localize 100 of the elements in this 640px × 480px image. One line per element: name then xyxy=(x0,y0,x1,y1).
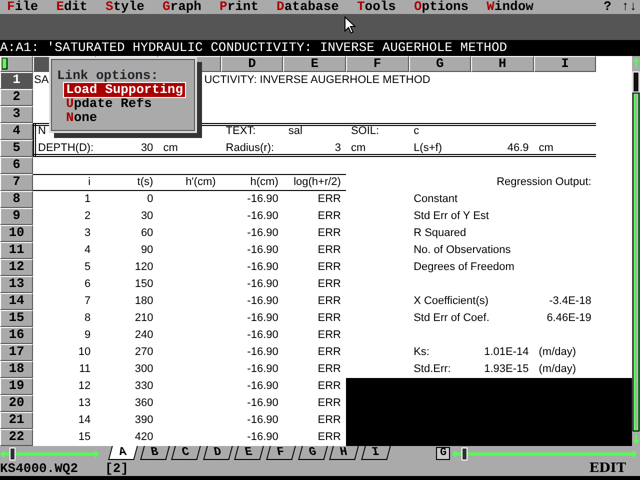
menu-item[interactable]: Load Supporting xyxy=(64,83,186,97)
menu-item[interactable]: Database xyxy=(276,0,339,14)
row-header[interactable]: 12 xyxy=(0,259,33,276)
row-header[interactable]: 15 xyxy=(0,310,33,327)
column-header[interactable]: F xyxy=(346,56,409,72)
sheet-tab[interactable]: D xyxy=(202,446,233,460)
sheet-tab[interactable]: F xyxy=(266,446,296,460)
sheet-cell: 13 xyxy=(78,397,91,410)
sheet-cell: 9 xyxy=(84,329,91,342)
row-header[interactable]: 13 xyxy=(0,276,33,293)
sheet-tab[interactable]: E xyxy=(234,446,264,460)
sheet-cell: 46.9 xyxy=(507,142,529,155)
sheet-cell: 120 xyxy=(134,261,154,274)
sheet-cell: TEXT: xyxy=(226,125,256,138)
window-arrows-button[interactable]: ↑↓ xyxy=(621,0,637,14)
row-header[interactable]: 8 xyxy=(0,191,33,208)
menu-item[interactable]: Style xyxy=(105,0,144,14)
sheet-cell: (m/day) xyxy=(538,346,576,359)
sheet-cell: log(h+r/2) xyxy=(294,176,341,189)
sheet-cell: -16.90 xyxy=(247,414,278,427)
row-header[interactable]: 18 xyxy=(0,361,33,378)
sheet-cell: 60 xyxy=(140,227,154,240)
column-header[interactable]: G xyxy=(408,56,472,72)
sheet-cell: ERR xyxy=(318,278,341,291)
sheet-cell: ERR xyxy=(318,346,341,359)
sheet-cell: -16.90 xyxy=(247,346,278,359)
sheet-cell: Constant xyxy=(414,193,458,206)
column-header[interactable]: D xyxy=(220,56,284,72)
sheet-tab[interactable]: C xyxy=(171,446,202,460)
menu-item[interactable]: File xyxy=(7,0,38,14)
menu-item[interactable]: Edit xyxy=(56,0,88,14)
popup-title: Link options: xyxy=(57,69,158,83)
mode-indicator: EDIT xyxy=(589,462,627,476)
horizontal-scrollbar[interactable] xyxy=(0,446,100,462)
menu-item[interactable]: Options xyxy=(414,0,469,14)
menu-item[interactable]: Update Refs xyxy=(64,97,154,111)
column-header[interactable]: H xyxy=(471,56,534,72)
row-header[interactable]: 22 xyxy=(0,429,33,446)
sheet-cell: 30 xyxy=(140,210,154,223)
row-header[interactable]: 10 xyxy=(0,225,33,242)
column-header[interactable]: I xyxy=(534,56,596,72)
sheet-cell: -16.90 xyxy=(247,431,278,444)
sheet-cell: ERR xyxy=(318,295,341,308)
sheet-cell: ERR xyxy=(318,227,341,240)
sheet-tab[interactable]: G xyxy=(298,446,328,460)
sheet-cell: N xyxy=(38,125,46,138)
sheet-tab[interactable]: I xyxy=(360,446,391,460)
sheet-cell: Std Err of Coef. xyxy=(414,312,490,325)
row-header[interactable]: 9 xyxy=(0,208,33,225)
sheet-tab[interactable]: H xyxy=(329,446,360,460)
select-all-corner[interactable] xyxy=(0,56,33,72)
sheet-cell: ERR xyxy=(318,414,341,427)
sheet-cell: 90 xyxy=(140,244,154,257)
row-header[interactable]: 6 xyxy=(0,157,33,174)
sheet-cell: 210 xyxy=(134,312,154,325)
sheet-cell: 3 xyxy=(84,227,91,240)
sheet-tab[interactable]: A xyxy=(108,446,138,460)
row-header[interactable]: 7 xyxy=(0,174,33,191)
sheet-cell: ERR xyxy=(318,210,341,223)
horizontal-scrollbar[interactable] xyxy=(452,446,638,462)
help-button[interactable]: ? xyxy=(604,0,612,14)
sheet-cell: Std Err of Y Est xyxy=(414,210,489,223)
vertical-scrollbar[interactable] xyxy=(632,56,640,446)
sheet-cell: R Squared xyxy=(414,227,466,240)
group-mode-button[interactable]: G xyxy=(436,447,450,460)
sheet-cell: 6.46E-19 xyxy=(546,312,592,325)
row-header[interactable]: 19 xyxy=(0,378,33,395)
sheet-cell: -16.90 xyxy=(247,227,278,240)
sheet-cell: UCTIVITY: INVERSE AUGERHOLE METHOD xyxy=(204,74,430,87)
row-header[interactable]: 1 xyxy=(0,72,33,89)
sheet-cell: ERR xyxy=(318,380,341,393)
row-header[interactable]: 3 xyxy=(0,106,33,123)
row-header[interactable]: 4 xyxy=(0,123,33,140)
row-header[interactable]: 2 xyxy=(0,89,33,106)
row-header[interactable]: 11 xyxy=(0,242,33,259)
sheet-cell: X Coefficient(s) xyxy=(414,295,489,308)
row-header[interactable]: 20 xyxy=(0,395,33,412)
sheet-cell: (m/day) xyxy=(538,363,576,376)
sheet-cell: 0 xyxy=(147,193,154,206)
menu-item[interactable]: Print xyxy=(220,0,259,14)
sheet-cell: 30 xyxy=(140,142,154,155)
row-header[interactable]: 17 xyxy=(0,344,33,361)
sheet-cell: 1.93E-15 xyxy=(484,363,529,376)
sheet-cell: Radius(r): xyxy=(226,142,274,155)
row-header[interactable]: 5 xyxy=(0,140,33,157)
row-header[interactable]: 16 xyxy=(0,327,33,344)
menu-item[interactable]: Window xyxy=(486,0,534,14)
sheet-cell: 2 xyxy=(84,210,91,223)
column-header[interactable]: E xyxy=(283,56,346,72)
corner-marker-icon xyxy=(2,58,8,70)
menu-item[interactable]: None xyxy=(64,111,100,125)
sheet-cell: cm xyxy=(163,142,178,155)
sheet-tab[interactable]: B xyxy=(140,446,170,460)
menu-item[interactable]: Graph xyxy=(162,0,202,14)
sheet-cell: 300 xyxy=(134,363,154,376)
sheet-cell: -16.90 xyxy=(247,329,278,342)
sheet-cell: Regression Output: xyxy=(496,176,592,189)
row-header[interactable]: 21 xyxy=(0,412,33,429)
menu-item[interactable]: Tools xyxy=(356,0,396,14)
row-header[interactable]: 14 xyxy=(0,293,33,310)
